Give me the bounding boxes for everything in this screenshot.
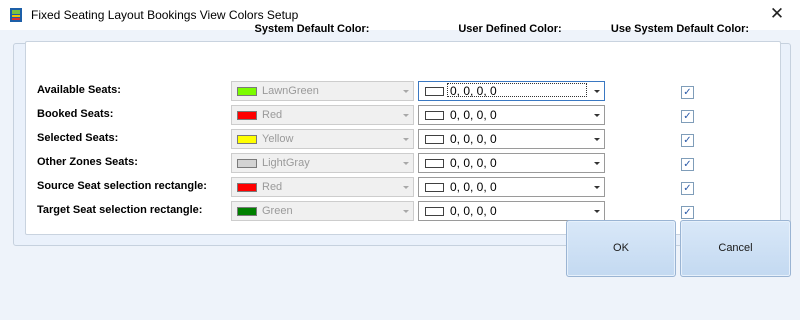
user-color-swatch [425, 207, 444, 216]
system-color-name: Red [262, 109, 283, 121]
cancel-button[interactable]: Cancel [680, 220, 791, 277]
color-row: Booked Seats: Red 0, 0, 0, 0 ✓ [0, 105, 800, 127]
use-system-default-checkbox[interactable]: ✓ [681, 134, 694, 147]
chevron-down-icon [403, 186, 409, 189]
user-color-value: 0, 0, 0, 0 [450, 132, 497, 146]
system-color-name: Green [262, 205, 293, 217]
checkmark-icon: ✓ [683, 135, 692, 146]
use-system-default-checkbox[interactable]: ✓ [681, 206, 694, 219]
system-color-swatch [237, 207, 257, 216]
checkmark-icon: ✓ [683, 207, 692, 218]
chevron-down-icon[interactable] [594, 210, 600, 213]
system-color-combo: Red [231, 105, 414, 125]
system-color-swatch [237, 183, 257, 192]
row-label: Booked Seats: [37, 108, 114, 120]
window-title: Fixed Seating Layout Bookings View Color… [31, 8, 299, 22]
color-row: Selected Seats: Yellow 0, 0, 0, 0 ✓ [0, 129, 800, 151]
user-color-value: 0, 0, 0, 0 [450, 180, 497, 194]
user-color-swatch [425, 183, 444, 192]
color-row: Source Seat selection rectangle: Red 0, 0,… [0, 177, 800, 199]
user-color-combo[interactable]: 0, 0, 0, 0 [418, 177, 605, 197]
user-color-value: 0, 0, 0, 0 [450, 108, 497, 122]
checkmark-icon: ✓ [683, 183, 692, 194]
row-label: Available Seats: [37, 84, 121, 96]
system-color-swatch [237, 135, 257, 144]
user-color-swatch [425, 159, 444, 168]
color-row: Target Seat selection rectangle: Green 0, … [0, 201, 800, 223]
checkmark-icon: ✓ [683, 111, 692, 122]
header-system-default-color: System Default Color: [254, 23, 370, 35]
chevron-down-icon[interactable] [594, 138, 600, 141]
row-label: Other Zones Seats: [37, 156, 138, 168]
app-icon [10, 8, 22, 22]
system-color-swatch [237, 111, 257, 120]
header-user-defined-color: User Defined Color: [458, 23, 562, 35]
user-color-combo[interactable]: 0, 0, 0, 0 [418, 129, 605, 149]
chevron-down-icon [403, 114, 409, 117]
close-button[interactable]: ✕ [754, 0, 800, 30]
user-color-combo[interactable]: 0, 0, 0, 0 [418, 105, 605, 125]
use-system-default-checkbox[interactable]: ✓ [681, 182, 694, 195]
row-label: Selected Seats: [37, 132, 119, 144]
use-system-default-checkbox[interactable]: ✓ [681, 86, 694, 99]
user-color-swatch [425, 135, 444, 144]
color-row: Other Zones Seats: LightGray 0, 0, 0, 0 ✓ [0, 153, 800, 175]
system-color-combo: LawnGreen [231, 81, 414, 101]
system-color-combo: Green [231, 201, 414, 221]
system-color-name: LightGray [262, 157, 310, 169]
user-color-swatch [425, 111, 444, 120]
system-color-combo: Yellow [231, 129, 414, 149]
chevron-down-icon[interactable] [594, 90, 600, 93]
user-color-combo[interactable]: 0, 0, 0, 0 [418, 81, 605, 101]
chevron-down-icon [403, 138, 409, 141]
chevron-down-icon[interactable] [594, 114, 600, 117]
chevron-down-icon[interactable] [594, 186, 600, 189]
system-color-combo: LightGray [231, 153, 414, 173]
close-icon: ✕ [769, 4, 785, 24]
chevron-down-icon[interactable] [594, 162, 600, 165]
chevron-down-icon [403, 90, 409, 93]
checkmark-icon: ✓ [683, 159, 692, 170]
system-color-combo: Red [231, 177, 414, 197]
system-color-swatch [237, 159, 257, 168]
chevron-down-icon [403, 210, 409, 213]
user-color-value: 0, 0, 0, 0 [450, 156, 497, 170]
user-color-swatch [425, 87, 444, 96]
checkmark-icon: ✓ [683, 87, 692, 98]
user-color-value: 0, 0, 0, 0 [450, 84, 497, 98]
user-color-combo[interactable]: 0, 0, 0, 0 [418, 153, 605, 173]
system-color-swatch [237, 87, 257, 96]
user-color-combo[interactable]: 0, 0, 0, 0 [418, 201, 605, 221]
use-system-default-checkbox[interactable]: ✓ [681, 110, 694, 123]
header-use-system-default-color: Use System Default Color: [610, 23, 750, 35]
row-label: Target Seat selection rectangle: [37, 204, 203, 216]
system-color-name: LawnGreen [262, 85, 319, 97]
row-label: Source Seat selection rectangle: [37, 180, 207, 192]
user-color-value: 0, 0, 0, 0 [450, 204, 497, 218]
system-color-name: Red [262, 181, 283, 193]
color-row: Available Seats: LawnGreen 0, 0, 0, 0 ✓ [0, 81, 800, 103]
system-color-name: Yellow [262, 133, 294, 145]
chevron-down-icon [403, 162, 409, 165]
use-system-default-checkbox[interactable]: ✓ [681, 158, 694, 171]
ok-button[interactable]: OK [566, 220, 676, 277]
